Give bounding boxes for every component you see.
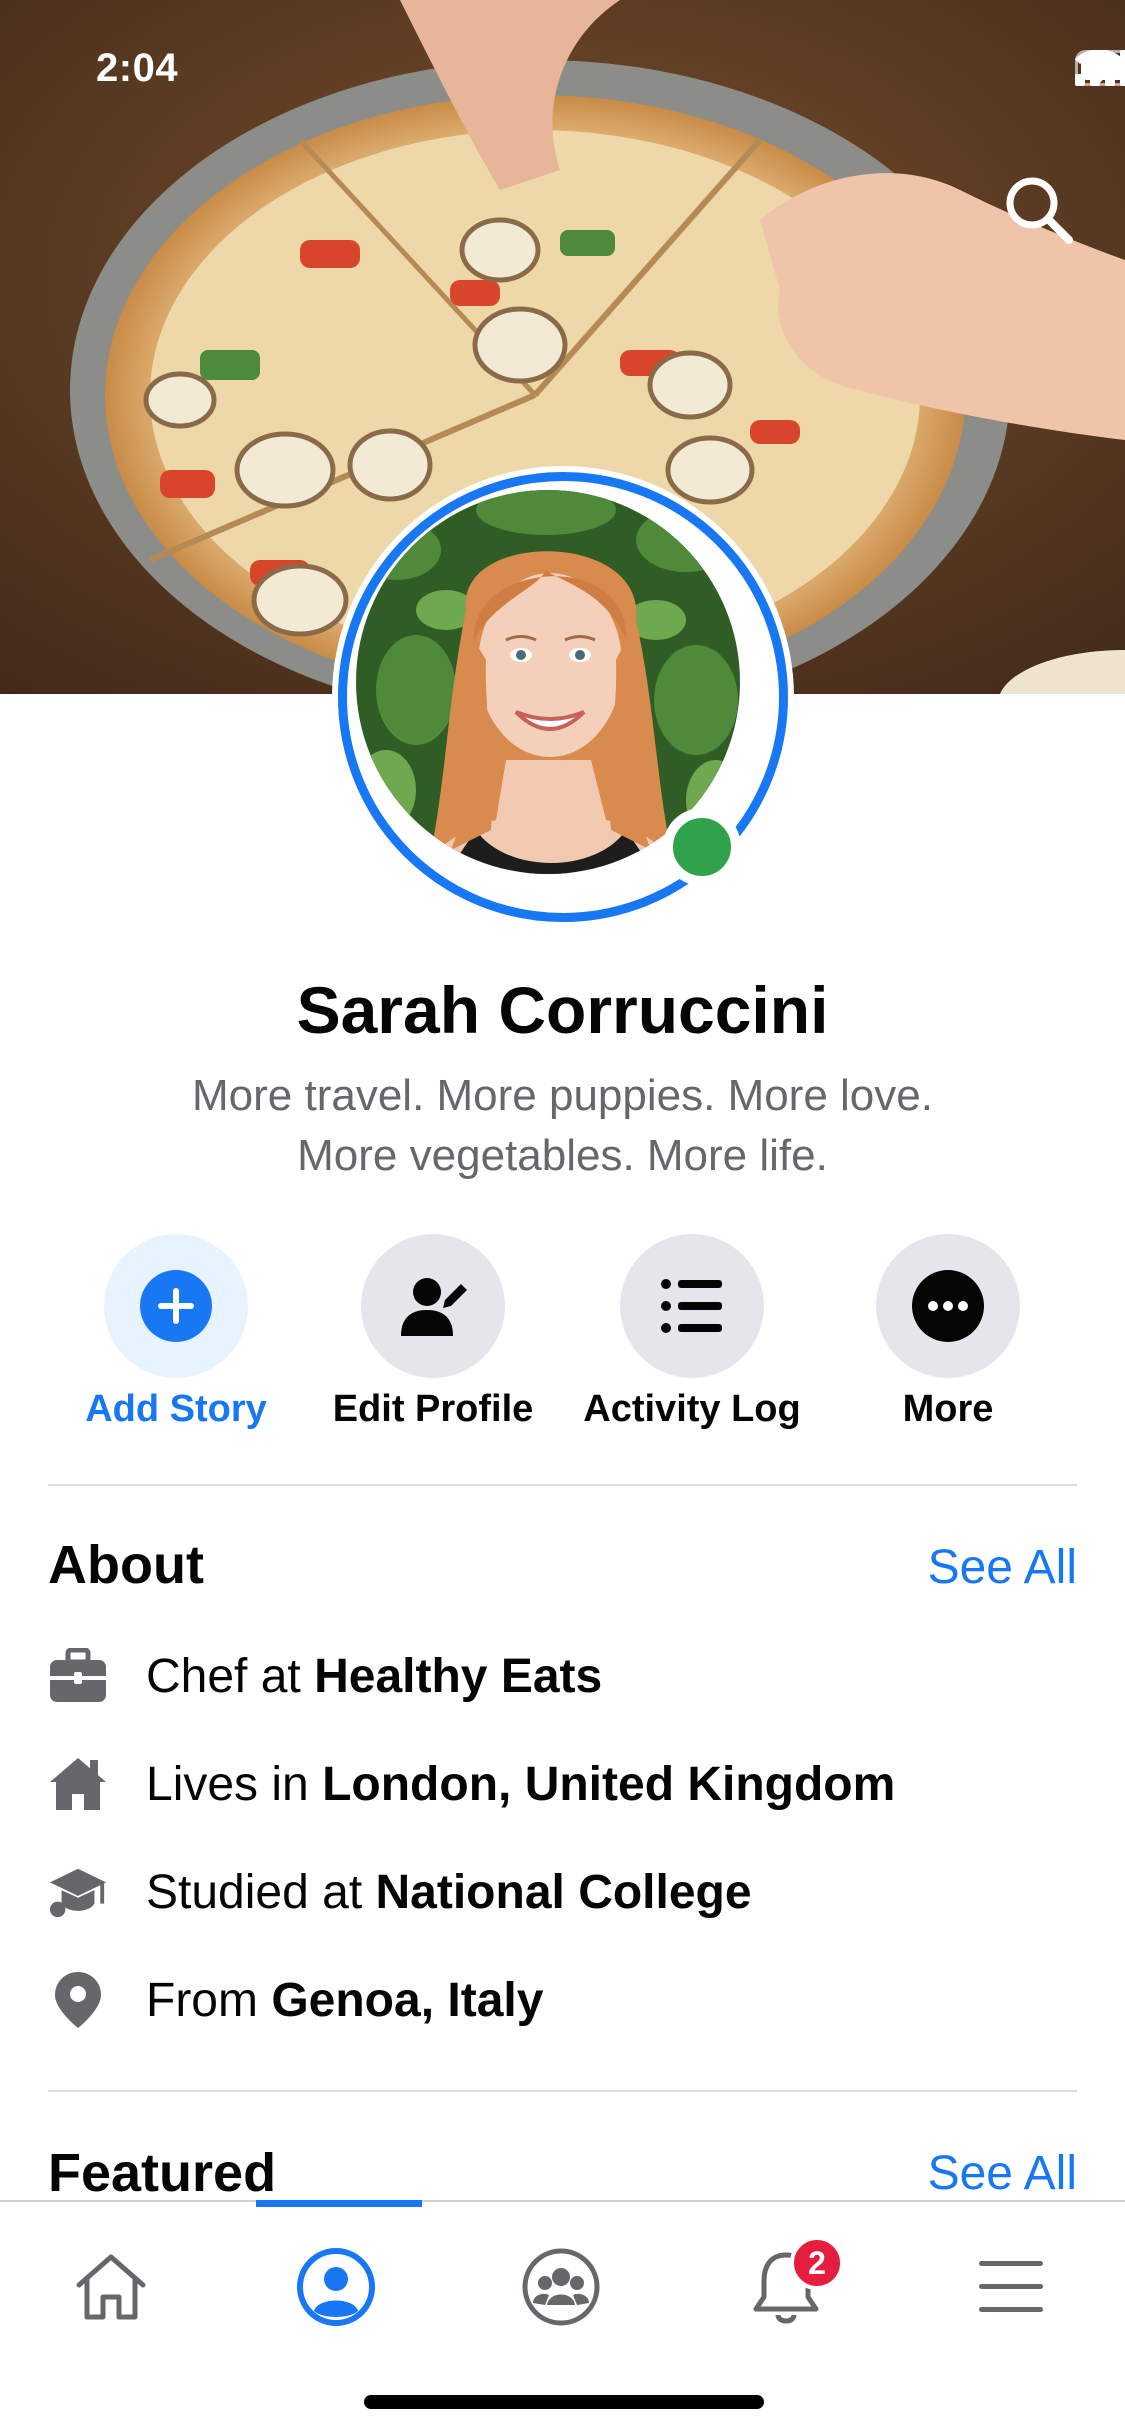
home-indicator[interactable]	[364, 2395, 764, 2409]
tab-notifications[interactable]: 2	[726, 2232, 846, 2342]
about-item-education[interactable]: Studied at National College	[48, 1852, 1077, 1932]
about-item-text: Studied at National College	[146, 1865, 752, 1920]
profile-bio: More travel. More puppies. More love. Mo…	[80, 1066, 1045, 1186]
person-edit-icon	[401, 1278, 467, 1336]
more-button[interactable]: More	[818, 1234, 1078, 1431]
about-item-prefix: From	[146, 1973, 272, 2027]
tab-home[interactable]	[51, 2232, 171, 2342]
edit-profile-circle	[361, 1234, 505, 1378]
tab-menu[interactable]	[951, 2232, 1071, 2342]
notification-badge: 2	[790, 2236, 844, 2290]
activity-log-label: Activity Log	[583, 1388, 801, 1430]
battery-icon	[1075, 50, 1125, 86]
more-dots-icon	[912, 1270, 984, 1342]
about-item-work[interactable]: Chef at Healthy Eats	[48, 1636, 1077, 1716]
about-title: About	[48, 1535, 204, 1595]
activity-log-circle	[620, 1234, 764, 1378]
featured-see-all-link[interactable]: See All	[928, 2146, 1077, 2201]
about-see-all-link[interactable]: See All	[928, 1540, 1077, 1595]
add-story-circle	[104, 1234, 248, 1378]
home-icon	[76, 2254, 146, 2320]
profile-icon	[297, 2248, 375, 2326]
tab-groups[interactable]	[501, 2232, 621, 2342]
online-status-dot	[663, 808, 741, 886]
plus-circle-icon	[140, 1270, 212, 1342]
divider	[48, 1484, 1077, 1486]
about-item-hometown[interactable]: From Genoa, Italy	[48, 1960, 1077, 2040]
location-pin-icon	[48, 1970, 108, 2030]
search-button[interactable]	[1001, 172, 1077, 248]
about-item-prefix: Lives in	[146, 1757, 323, 1811]
about-item-prefix: Chef at	[146, 1649, 315, 1703]
graduation-cap-icon	[48, 1862, 108, 1922]
about-item-value: London, United Kingdom	[322, 1757, 896, 1811]
groups-icon	[522, 2248, 600, 2326]
status-time: 2:04	[96, 46, 179, 90]
tab-profile[interactable]	[276, 2232, 396, 2342]
add-story-button[interactable]: Add Story	[46, 1234, 306, 1431]
profile-avatar[interactable]	[332, 466, 794, 928]
about-item-residence[interactable]: Lives in London, United Kingdom	[48, 1744, 1077, 1824]
list-icon	[661, 1279, 722, 1333]
about-item-value: National College	[375, 1865, 752, 1919]
briefcase-icon	[48, 1646, 108, 1706]
about-item-text: Chef at Healthy Eats	[146, 1649, 602, 1704]
active-tab-indicator	[256, 2200, 422, 2207]
profile-actions: Add Story Edit Profile Activity Log More	[0, 1234, 1125, 1434]
edit-profile-button[interactable]: Edit Profile	[303, 1234, 563, 1431]
divider	[48, 2090, 1077, 2092]
menu-icon	[979, 2261, 1043, 2312]
about-item-value: Genoa, Italy	[271, 1973, 544, 2027]
status-bar: 2:04	[0, 0, 1125, 132]
about-item-value: Healthy Eats	[314, 1649, 603, 1703]
more-circle	[876, 1234, 1020, 1378]
house-icon	[48, 1754, 108, 1814]
bio-line-1: More travel. More puppies. More love.	[192, 1071, 933, 1120]
edit-profile-label: Edit Profile	[332, 1388, 534, 1430]
about-item-prefix: Studied at	[146, 1865, 376, 1919]
profile-name: Sarah Corruccini	[296, 973, 829, 1047]
activity-log-button[interactable]: Activity Log	[562, 1234, 822, 1431]
more-label: More	[902, 1388, 994, 1430]
about-item-text: From Genoa, Italy	[146, 1973, 543, 2028]
featured-title: Featured	[48, 2143, 277, 2203]
bio-line-2: More vegetables. More life.	[297, 1131, 828, 1180]
add-story-label: Add Story	[85, 1388, 267, 1430]
search-icon	[1006, 177, 1073, 244]
about-item-text: Lives in London, United Kingdom	[146, 1757, 895, 1812]
